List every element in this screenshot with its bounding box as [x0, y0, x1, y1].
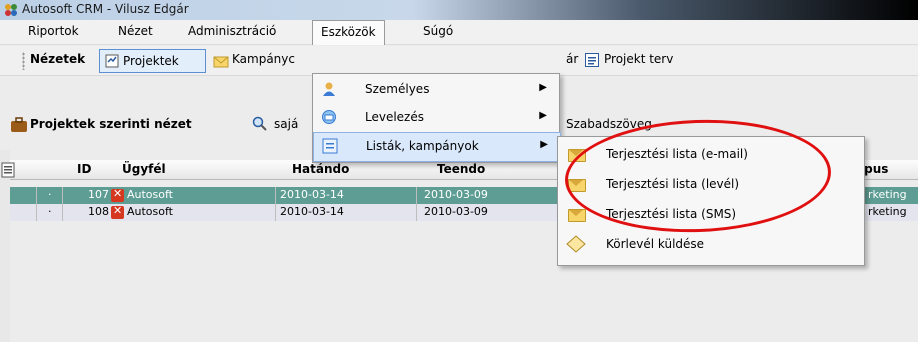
eszkozok-dropdown: Személyes ▶ Levelezés ▶ Listák, kampányo…: [312, 73, 561, 163]
nezetek-label: Nézetek: [30, 52, 86, 66]
cell-ugyfel: Autosoft: [127, 205, 173, 218]
menu-item-label: Személyes: [365, 82, 430, 96]
row-divider: [275, 204, 276, 221]
menu-bar: Riportok Nézet Adminisztráció Súgó: [0, 20, 918, 45]
row-divider: [275, 187, 276, 204]
submenu-item-label: Terjesztési lista (e-mail): [606, 147, 748, 161]
menu-nezet[interactable]: Nézet: [118, 24, 153, 38]
submenu-item-label: Körlevél küldése: [606, 237, 705, 251]
header-ugyfel[interactable]: Ügyfél: [122, 162, 166, 176]
app-icon: [5, 4, 17, 16]
submenu-item-label: Terjesztési lista (levél): [606, 177, 740, 191]
envelope-icon: [568, 149, 586, 162]
list-icon: [322, 138, 338, 154]
search-icon[interactable]: [252, 116, 268, 132]
envelope-icon: [568, 209, 586, 222]
szabadszoveg-label[interactable]: Szabadszöveg: [566, 117, 652, 131]
mail-icon: [322, 110, 336, 124]
menu-item-szemelyes[interactable]: Személyes ▶: [313, 76, 559, 102]
header-hatando[interactable]: Hatándo: [292, 162, 349, 176]
person-icon: [323, 82, 335, 96]
partial-label: ár: [566, 52, 579, 66]
projects-icon: [105, 54, 119, 68]
x-status-icon: [111, 187, 124, 202]
cell-hatando: 2010-03-14: [280, 205, 344, 218]
row-divider: [36, 187, 37, 204]
submenu-arrow-icon: ▶: [539, 82, 547, 93]
submenu-item-korlevel[interactable]: Körlevél küldése: [558, 230, 864, 258]
submenu-item-letter-list[interactable]: Terjesztési lista (levél): [558, 170, 864, 198]
toolbar-grip[interactable]: [22, 52, 25, 70]
column-chooser-icon[interactable]: [1, 162, 15, 178]
menu-eszkozok[interactable]: Eszközök: [312, 20, 385, 45]
menu-riportok[interactable]: Riportok: [28, 24, 79, 38]
menu-sugo[interactable]: Súgó: [423, 24, 453, 38]
left-strip: [0, 150, 10, 342]
row-divider: [62, 187, 63, 204]
cell-ugyfel: Autosoft: [127, 188, 173, 201]
projektek-label: Projektek: [123, 54, 179, 68]
envelope-icon: [568, 179, 586, 192]
row-divider: [36, 204, 37, 221]
cell-teendo: 2010-03-09: [424, 188, 488, 201]
menu-item-listak-kampanyok[interactable]: Listák, kampányok ▶: [313, 132, 561, 162]
projektek-button[interactable]: Projektek: [99, 49, 206, 73]
cell-teendo: 2010-03-09: [424, 205, 488, 218]
row-divider: [416, 204, 417, 221]
x-status-icon: [111, 204, 124, 219]
row-marker: ·: [48, 188, 52, 201]
cell-id: 108: [88, 205, 109, 218]
view-title: Projektek szerinti nézet: [30, 117, 192, 131]
menu-adminisztracio[interactable]: Adminisztráció: [188, 24, 276, 38]
menu-item-levelezes[interactable]: Levelezés ▶: [313, 104, 559, 130]
listak-submenu: Terjesztési lista (e-mail) Terjesztési l…: [557, 136, 865, 266]
menu-item-label: Levelezés: [365, 110, 424, 124]
row-marker: ·: [48, 205, 52, 218]
campaign-icon: [213, 56, 229, 68]
header-id[interactable]: ID: [77, 162, 91, 176]
row-divider: [416, 187, 417, 204]
project-plan-icon: [585, 53, 599, 67]
saja-label: sajá: [274, 117, 299, 131]
window-title: Autosoft CRM - Vilusz Edgár: [22, 2, 189, 16]
submenu-arrow-icon: ▶: [540, 139, 548, 150]
kampanyok-button[interactable]: Kampányc: [232, 52, 295, 66]
letter-icon: [566, 235, 586, 253]
submenu-item-sms-list[interactable]: Terjesztési lista (SMS): [558, 200, 864, 228]
cell-tipus: rketing: [868, 188, 907, 201]
menu-item-label: Listák, kampányok: [366, 139, 479, 153]
cell-id: 107: [88, 188, 109, 201]
cell-tipus: rketing: [868, 205, 907, 218]
briefcase-icon: [11, 117, 27, 132]
cell-hatando: 2010-03-14: [280, 188, 344, 201]
header-teendo[interactable]: Teendo: [437, 162, 485, 176]
submenu-item-label: Terjesztési lista (SMS): [606, 207, 737, 221]
submenu-arrow-icon: ▶: [539, 110, 547, 121]
row-divider: [62, 204, 63, 221]
projekt-terv-button[interactable]: Projekt terv: [604, 52, 673, 66]
submenu-item-email-list[interactable]: Terjesztési lista (e-mail): [558, 140, 864, 168]
